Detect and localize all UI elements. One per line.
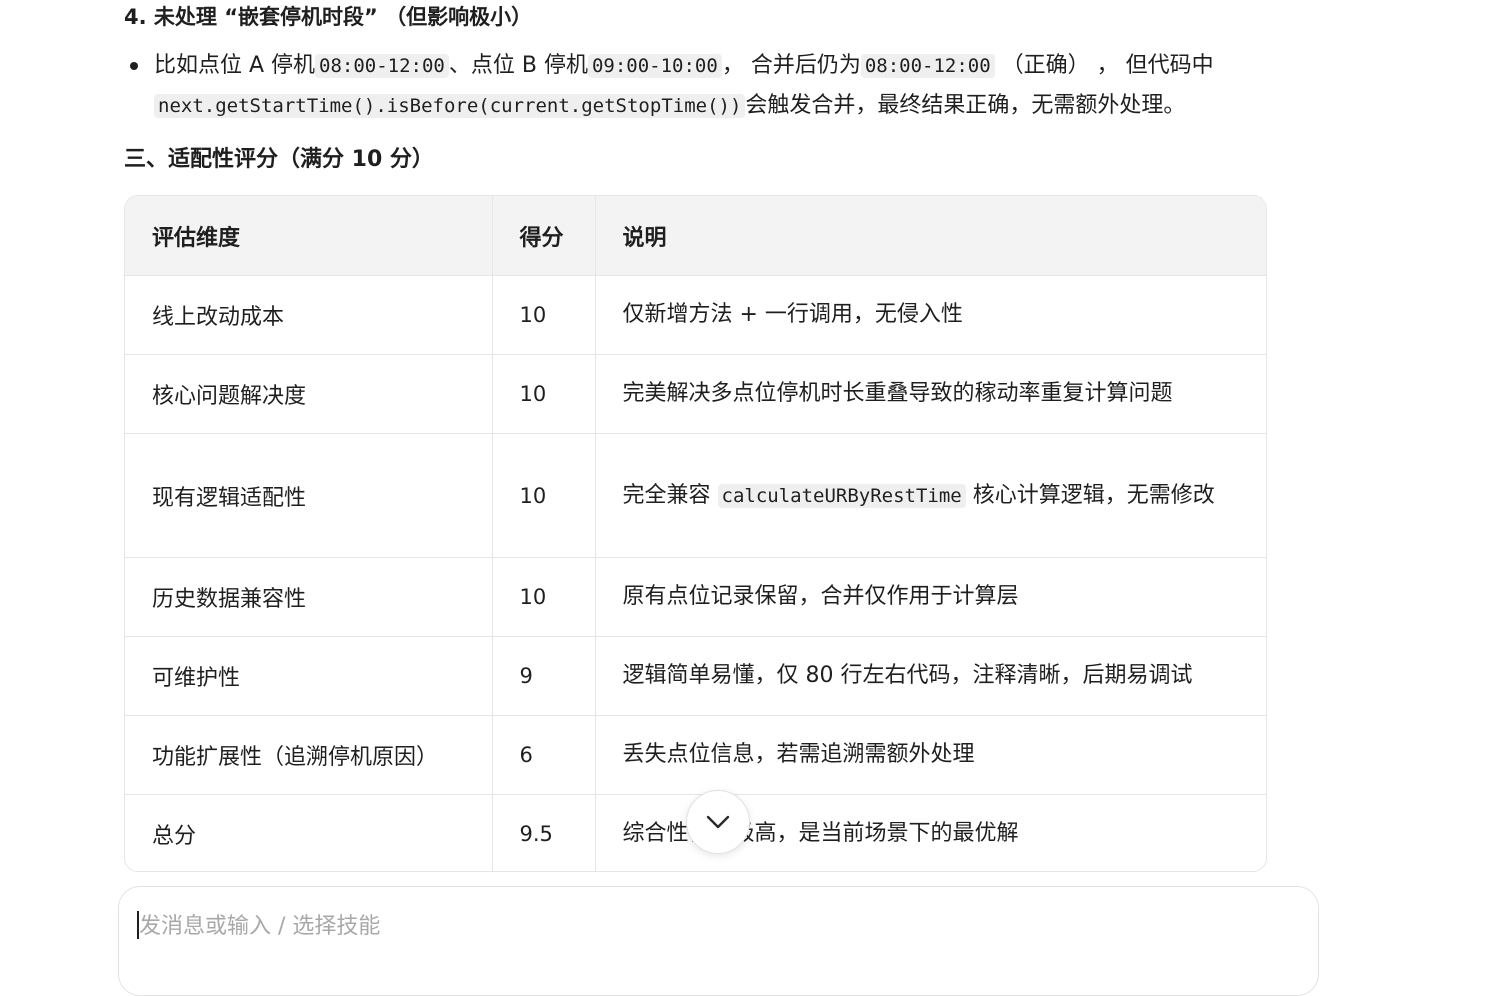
- inline-code: 09:00-10:00: [587, 54, 722, 78]
- inline-code: calculateURByRestTime: [717, 483, 966, 508]
- scroll-to-bottom-button[interactable]: [686, 790, 750, 854]
- table-row: 核心问题解决度 10 完美解决多点位停机时长重叠导致的稼动率重复计算问题: [125, 354, 1266, 434]
- score-table: 评估维度 得分 说明 线上改动成本 10 仅新增方法 + 一行调用，无侵入性 核…: [124, 195, 1267, 872]
- cell-description: 仅新增方法 + 一行调用，无侵入性: [595, 275, 1266, 355]
- cell-description: 丢失点位信息，若需追溯需额外处理: [595, 715, 1266, 795]
- bullet-text-part: 会触发合并，最终结果正确，无需额外处理。: [745, 93, 1186, 118]
- header-dimension: 评估维度: [125, 196, 493, 276]
- section-heading-3: 三、适配性评分（满分 10 分）: [124, 147, 434, 172]
- table-row: 现有逻辑适配性 10 完全兼容 calculateURByRestTime 核心…: [125, 433, 1266, 558]
- table-header-row: 评估维度 得分 说明: [125, 196, 1266, 276]
- cell-description: 完全兼容 calculateURByRestTime 核心计算逻辑，无需修改: [595, 433, 1266, 558]
- cell-dimension: 总分: [125, 794, 493, 871]
- table-row: 功能扩展性（追溯停机原因） 6 丢失点位信息，若需追溯需额外处理: [125, 715, 1266, 795]
- bullet-text-part: （正确） ， 但代码中: [994, 53, 1214, 78]
- cell-dimension: 功能扩展性（追溯停机原因）: [125, 715, 493, 795]
- bullet-text-part: ， 合并后仍为: [721, 53, 861, 78]
- cell-dimension: 线上改动成本: [125, 275, 493, 355]
- cell-dimension: 核心问题解决度: [125, 354, 493, 434]
- table-row: 可维护性 9 逻辑简单易懂，仅 80 行左右代码，注释清晰，后期易调试: [125, 636, 1266, 716]
- message-input[interactable]: [137, 905, 1241, 947]
- chevron-down-icon: [706, 815, 730, 829]
- cell-dimension: 可维护性: [125, 636, 493, 716]
- cell-score: 10: [492, 433, 596, 558]
- bullet-text-part: 比如点位 A 停机: [154, 53, 316, 78]
- text-caret: [137, 911, 139, 939]
- cell-description: 逻辑简单易懂，仅 80 行左右代码，注释清晰，后期易调试: [595, 636, 1266, 716]
- cell-score: 10: [492, 275, 596, 355]
- bullet-dot: [130, 62, 138, 70]
- section-heading-4: 4. 未处理 “嵌套停机时段” （但影响极小）: [124, 5, 533, 29]
- cell-score: 9.5: [492, 794, 596, 871]
- bullet-text-part: 、点位 B 停机: [448, 53, 588, 78]
- message-composer: [118, 886, 1319, 996]
- bullet-item: 比如点位 A 停机 08:00-12:00 、点位 B 停机 09:00-10:00，…: [130, 46, 1270, 126]
- bullet-text: 比如点位 A 停机 08:00-12:00 、点位 B 停机 09:00-10:00，…: [154, 46, 1270, 126]
- cell-score: 9: [492, 636, 596, 716]
- inline-code: 08:00-12:00: [860, 54, 995, 78]
- description-text: 完全兼容: [622, 482, 718, 508]
- cell-score: 6: [492, 715, 596, 795]
- inline-code: 08:00-12:00: [315, 54, 449, 78]
- cell-score: 10: [492, 354, 596, 434]
- cell-dimension: 现有逻辑适配性: [125, 433, 493, 558]
- inline-code: next.getStartTime().isBefore(current.get…: [154, 94, 746, 118]
- table-row: 线上改动成本 10 仅新增方法 + 一行调用，无侵入性: [125, 275, 1266, 355]
- header-description: 说明: [595, 196, 1266, 276]
- cell-description: 原有点位记录保留，合并仅作用于计算层: [595, 557, 1266, 637]
- header-score: 得分: [492, 196, 596, 276]
- cell-dimension: 历史数据兼容性: [125, 557, 493, 637]
- description-text: 核心计算逻辑，无需修改: [965, 482, 1215, 508]
- cell-description: 完美解决多点位停机时长重叠导致的稼动率重复计算问题: [595, 354, 1266, 434]
- cell-score: 10: [492, 557, 596, 637]
- table-row: 历史数据兼容性 10 原有点位记录保留，合并仅作用于计算层: [125, 557, 1266, 637]
